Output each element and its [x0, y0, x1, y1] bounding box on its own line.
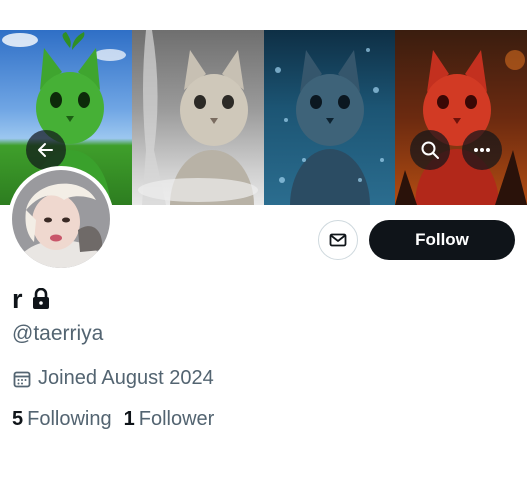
back-button[interactable] [26, 130, 66, 170]
following-count: 5 [12, 408, 24, 430]
top-strip [0, 0, 527, 30]
name-row: r [12, 284, 51, 314]
profile-handle: @taerriya [12, 322, 104, 345]
profile-avatar[interactable] [8, 166, 114, 272]
display-name: r [12, 284, 23, 314]
following-label: Following [27, 408, 112, 430]
followers-label: Follower [138, 408, 215, 430]
arrow-left-icon [38, 143, 53, 157]
following-link[interactable]: 5 Following [12, 408, 112, 431]
banner-panel-red-cat [395, 30, 527, 205]
followers-count: 1 [123, 408, 135, 430]
stats-row: 5 Following 1 Follower [12, 408, 214, 431]
lock-icon [32, 288, 49, 309]
search-button[interactable] [410, 130, 450, 170]
banner-panel-blue-cat [263, 30, 396, 205]
search-icon [421, 141, 439, 159]
message-button[interactable] [318, 220, 358, 260]
followers-link[interactable]: 1 Follower [124, 408, 215, 431]
follow-button[interactable]: Follow [369, 220, 515, 260]
more-horizontal-icon [474, 148, 490, 152]
calendar-icon [13, 371, 31, 387]
envelope-icon [329, 233, 347, 247]
joined-date: Joined August 2024 [38, 367, 214, 389]
more-button[interactable] [462, 130, 502, 170]
banner-panel-gray-cat [131, 30, 264, 205]
joined-row: Joined August 2024 [12, 367, 214, 390]
